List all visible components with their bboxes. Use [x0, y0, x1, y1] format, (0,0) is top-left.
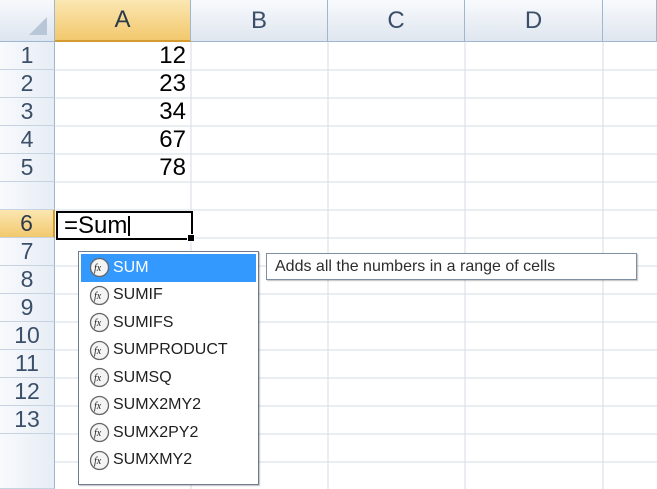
function-option-sumproduct[interactable]: fx SUMPRODUCT	[81, 337, 256, 365]
row-header-empty[interactable]	[0, 182, 55, 210]
svg-text:fx: fx	[94, 456, 102, 467]
row-header-11[interactable]: 11	[0, 350, 55, 378]
row-header-9[interactable]: 9	[0, 294, 55, 322]
function-icon: fx	[89, 423, 110, 443]
tooltip-text: Adds all the numbers in a range of cells	[275, 257, 556, 275]
function-tooltip: Adds all the numbers in a range of cells	[266, 253, 637, 280]
active-cell-a6[interactable]: =Sum	[56, 211, 195, 242]
function-option-sumxmy2[interactable]: fx SUMXMY2	[81, 447, 256, 475]
svg-text:fx: fx	[94, 291, 102, 302]
fill-handle[interactable]	[187, 234, 195, 242]
row-header-7[interactable]: 7	[0, 238, 55, 266]
row-header-8[interactable]: 8	[0, 266, 55, 294]
svg-text:fx: fx	[94, 263, 102, 274]
formula-entry[interactable]: =Sum	[64, 211, 131, 239]
svg-text:fx: fx	[94, 401, 102, 412]
select-all-triangle-icon	[29, 17, 47, 35]
function-option-label: SUMSQ	[113, 368, 172, 386]
row-header-12[interactable]: 12	[0, 378, 55, 406]
column-header-a[interactable]: A	[55, 0, 191, 42]
function-option-label: SUM	[113, 258, 149, 276]
function-option-label: SUMIF	[113, 286, 163, 304]
cell-a1[interactable]: 12	[55, 42, 191, 70]
text-cursor	[128, 215, 131, 236]
function-option-label: SUMIFS	[113, 313, 174, 331]
row-header-13[interactable]: 13	[0, 406, 55, 434]
row-header-5[interactable]: 5	[0, 154, 55, 182]
formula-text: =Sum	[64, 211, 128, 239]
row-header-10[interactable]: 10	[0, 322, 55, 350]
column-header-b[interactable]: B	[191, 0, 328, 42]
svg-text:fx: fx	[94, 346, 102, 357]
column-header-e[interactable]	[603, 0, 657, 42]
function-option-sum[interactable]: fx SUM	[81, 254, 256, 282]
cell-a5[interactable]: 78	[55, 154, 191, 182]
function-icon: fx	[89, 258, 110, 278]
svg-text:fx: fx	[94, 428, 102, 439]
function-icon: fx	[89, 340, 110, 360]
function-icon: fx	[89, 395, 110, 415]
row-header-6[interactable]: 6	[0, 210, 55, 238]
cell-a3[interactable]: 34	[55, 98, 191, 126]
function-option-label: SUMX2PY2	[113, 423, 199, 441]
function-option-sumx2my2[interactable]: fx SUMX2MY2	[81, 392, 256, 420]
row-header-empty[interactable]	[0, 434, 55, 489]
function-option-sumsq[interactable]: fx SUMSQ	[81, 364, 256, 392]
function-option-label: SUMXMY2	[113, 451, 193, 469]
cell-a4[interactable]: 67	[55, 126, 191, 154]
column-header-c[interactable]: C	[328, 0, 465, 42]
function-option-sumif[interactable]: fx SUMIF	[81, 282, 256, 310]
function-icon: fx	[89, 285, 110, 305]
column-header-d[interactable]: D	[465, 0, 603, 42]
function-icon: fx	[89, 313, 110, 333]
function-option-label: SUMX2MY2	[113, 396, 202, 414]
cell-a2[interactable]: 23	[55, 70, 191, 98]
svg-text:fx: fx	[94, 318, 102, 329]
row-header-3[interactable]: 3	[0, 98, 55, 126]
function-option-sumx2py2[interactable]: fx SUMX2PY2	[81, 419, 256, 447]
select-all-corner[interactable]	[0, 0, 55, 42]
row-header-2[interactable]: 2	[0, 70, 55, 98]
function-option-label: SUMPRODUCT	[113, 341, 228, 359]
row-header-1[interactable]: 1	[0, 42, 55, 70]
function-icon: fx	[89, 450, 110, 470]
svg-text:fx: fx	[94, 373, 102, 384]
function-icon: fx	[89, 368, 110, 388]
row-header-4[interactable]: 4	[0, 126, 55, 154]
function-autocomplete-list[interactable]: fx SUM fx SUMIF fx SUMIFS fx SUMPRODUCT …	[78, 251, 259, 485]
function-option-sumifs[interactable]: fx SUMIFS	[81, 309, 256, 337]
